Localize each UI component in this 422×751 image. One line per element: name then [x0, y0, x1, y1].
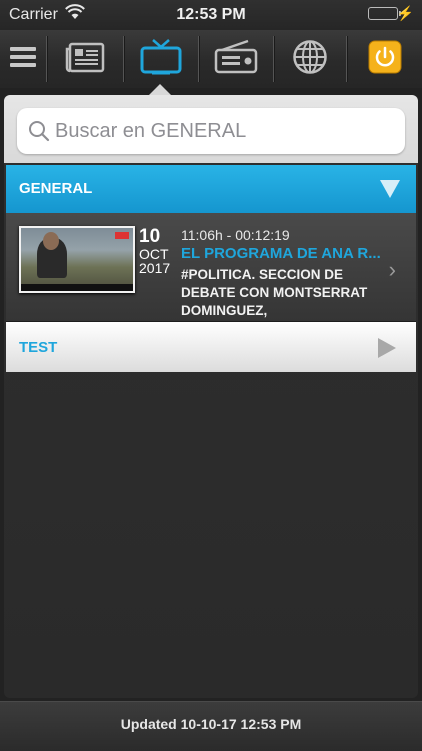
status-bar: Carrier 12:53 PM ⚡: [0, 0, 422, 30]
radio-icon: [214, 39, 258, 80]
item-info: 11:06h - 00:12:19 EL PROGRAMA DE ANA R..…: [181, 227, 391, 320]
search-bar: Buscar en GENERAL: [4, 95, 418, 163]
item-description: #POLITICA. SECCION DE DEBATE CON MONTSER…: [181, 267, 368, 318]
category-label: TEST: [19, 339, 58, 356]
tv-icon: [140, 38, 182, 81]
expand-right-icon: [378, 338, 396, 358]
video-thumbnail: [19, 226, 135, 293]
updated-label: Updated 10-10-17 12:53 PM: [120, 716, 302, 732]
menu-icon: [10, 46, 36, 73]
search-icon: [28, 120, 50, 147]
main-toolbar: [0, 30, 422, 88]
news-tab[interactable]: [47, 30, 123, 88]
item-day: 10: [139, 226, 161, 247]
menu-button[interactable]: [0, 30, 46, 88]
search-input[interactable]: Buscar en GENERAL: [17, 108, 405, 154]
newspaper-icon: [65, 41, 105, 78]
category-test-header[interactable]: TEST: [6, 322, 416, 372]
search-placeholder: Buscar en GENERAL: [55, 120, 247, 142]
power-icon: [368, 40, 402, 79]
item-date: 10 OCT 2017: [139, 226, 171, 276]
power-button[interactable]: [347, 30, 422, 88]
content-panel: Buscar en GENERAL GENERAL 10 OCT 2017 11…: [4, 95, 418, 698]
tv-tab[interactable]: [124, 30, 198, 88]
charging-icon: ⚡: [396, 5, 414, 21]
item-month: OCT: [139, 246, 169, 262]
chevron-right-icon: ›: [388, 257, 396, 282]
web-tab[interactable]: [274, 30, 346, 88]
status-time: 12:53 PM: [176, 6, 246, 23]
tab-pointer: [149, 84, 171, 95]
item-year: 2017: [139, 260, 171, 276]
battery-icon: [368, 7, 401, 20]
globe-icon: [292, 39, 328, 80]
footer-bar: Updated 10-10-17 12:53 PM: [0, 701, 422, 751]
list-item[interactable]: 10 OCT 2017 11:06h - 00:12:19 EL PROGRAM…: [6, 213, 416, 322]
expand-down-icon: [380, 180, 400, 198]
radio-tab[interactable]: [199, 30, 273, 88]
category-general-header[interactable]: GENERAL: [6, 165, 416, 213]
item-time-range: 11:06h - 00:12:19: [181, 227, 290, 243]
item-title: EL PROGRAMA DE ANA R...: [181, 245, 381, 262]
category-label: GENERAL: [19, 180, 93, 197]
